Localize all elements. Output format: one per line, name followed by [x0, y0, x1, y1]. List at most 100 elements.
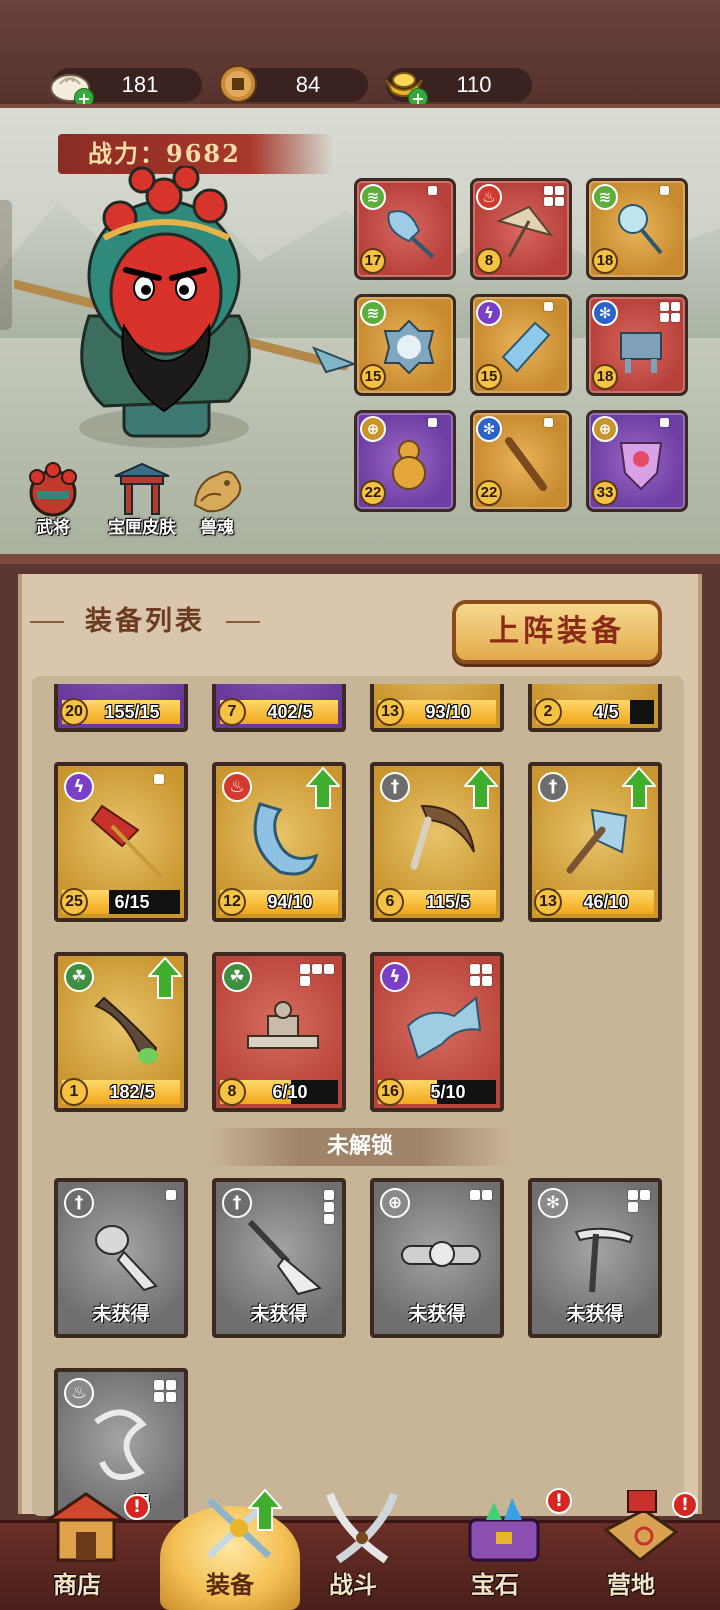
quality-dots-icon: [428, 418, 448, 427]
camp-notification-badge: !: [672, 1492, 698, 1518]
unobtained-card[interactable]: † 未获得: [212, 1178, 346, 1338]
glaive-icon: [247, 1219, 323, 1296]
beast-soul-label: 兽魂: [200, 518, 234, 538]
coin-resource[interactable]: 84: [219, 65, 368, 103]
quality-dots-icon: [154, 1380, 176, 1402]
card-level: 13: [534, 888, 562, 916]
nav-camp[interactable]: 营地: [566, 1490, 696, 1610]
equipped-slot[interactable]: ≋ 18: [586, 178, 688, 280]
shop-notification-badge: !: [124, 1494, 150, 1520]
amulet-icon: [619, 442, 663, 491]
progress-count: 94/10: [267, 892, 313, 912]
inventory-card[interactable]: 93/10 13: [370, 684, 504, 732]
inventory-card[interactable]: 402/5 7: [212, 684, 346, 732]
slot-level: 22: [360, 480, 386, 506]
general-label: 武将: [36, 518, 70, 538]
equipped-slot[interactable]: ϟ 15: [470, 294, 572, 396]
equipped-slot[interactable]: ✻ 18: [586, 294, 688, 396]
card-level: 13: [376, 698, 404, 726]
progress-count: 115/5: [425, 892, 471, 912]
club-icon: [94, 996, 158, 1064]
belt-icon: [401, 1241, 481, 1267]
equipped-slot[interactable]: ⊕ 22: [354, 410, 456, 512]
quality-dots-icon: [300, 964, 334, 986]
nav-equipment[interactable]: 装备: [165, 1497, 295, 1610]
deploy-equipment-button[interactable]: 上阵装备: [452, 600, 662, 664]
progress-count: 182/5: [109, 1082, 155, 1102]
nav-gems[interactable]: 宝石: [430, 1498, 560, 1610]
nav-battle[interactable]: 战斗: [288, 1492, 418, 1610]
inventory-card[interactable]: ϟ 6/15 25: [54, 762, 188, 922]
card-level: 8: [218, 1078, 246, 1106]
equipment-list-title: 装备列表: [30, 602, 260, 642]
slot-level: 15: [360, 364, 386, 390]
quality-dots-icon: [166, 1190, 176, 1200]
beast-soul-button[interactable]: 兽魂: [172, 460, 262, 540]
unobtained-card[interactable]: ⊕ 未获得: [370, 1178, 504, 1338]
pavilion-gate-icon: [111, 460, 173, 518]
gold-ingot-count: 110: [456, 72, 492, 97]
camp-map-icon: [603, 1490, 679, 1562]
card-level: 2: [534, 698, 562, 726]
inventory-card[interactable]: ϟ 5/10 16: [370, 952, 504, 1112]
progress-count: 5/10: [430, 1082, 466, 1102]
general-button[interactable]: 武将: [8, 460, 98, 540]
quality-dots-icon: [544, 302, 564, 311]
equipped-slot[interactable]: ✻ 22: [470, 410, 572, 512]
gourd-icon: [392, 440, 426, 490]
scroll-icon: [406, 996, 482, 1060]
hero-display: 战力：9682 武将 宝匣皮肤 兽魂 ≋ 17 ♨ 8 ≋ 18 ≋ 15 ϟ …: [0, 104, 720, 564]
unobtained-card[interactable]: ✻ 未获得: [528, 1178, 662, 1338]
inventory-card[interactable]: 4/5 2: [528, 684, 662, 732]
quality-dots-icon: [660, 418, 680, 427]
game-screen: { "resources": { "steamed_bun": "181", "…: [0, 0, 720, 1610]
locked-section-header: 未解锁: [210, 1128, 510, 1166]
slot-level: 18: [592, 364, 618, 390]
nav-shop-label: 商店: [53, 1570, 101, 1599]
inventory-card[interactable]: ☘ 6/10 8: [212, 952, 346, 1112]
inventory-card[interactable]: 155/15 20: [54, 684, 188, 732]
equipped-slot[interactable]: ⊕ 33: [586, 410, 688, 512]
unobtained-label: 未获得: [92, 1303, 150, 1325]
progress-count: 6/10: [272, 1082, 308, 1102]
quality-dots-icon: [628, 1190, 650, 1212]
card-level: 6: [376, 888, 404, 916]
slot-level: 17: [360, 248, 386, 274]
warrior-character-portrait[interactable]: [14, 166, 354, 466]
inventory-card[interactable]: ☘ 182/5 1: [54, 952, 188, 1112]
inventory-card[interactable]: ♨ 94/10 12: [212, 762, 346, 922]
unobtained-card[interactable]: † 未获得: [54, 1178, 188, 1338]
crescent-icon: [253, 802, 319, 876]
equipped-slot[interactable]: ≋ 17: [354, 178, 456, 280]
inventory-card[interactable]: † 115/5 6: [370, 762, 504, 922]
shop-building-icon: [46, 1492, 126, 1562]
equipped-slot[interactable]: ♨ 8: [470, 178, 572, 280]
nav-gems-label: 宝石: [471, 1570, 519, 1599]
progress-count: 4/5: [593, 702, 619, 722]
nav-camp-label: 营地: [607, 1570, 655, 1599]
resource-bar: + 181 84 + 110: [0, 0, 720, 110]
pickaxe-icon: [574, 1227, 634, 1293]
side-tab-handle[interactable]: [0, 200, 12, 330]
card-level: 16: [376, 1078, 404, 1106]
unobtained-label: 未获得: [408, 1303, 466, 1325]
axe-icon: [566, 808, 628, 874]
gem-chest-icon: [468, 1498, 540, 1562]
coin-count: 84: [295, 72, 321, 97]
gold-ingot-resource[interactable]: + 110: [385, 68, 532, 108]
nav-equipment-label: 装备: [206, 1570, 254, 1599]
progress-count: 155/15: [104, 702, 160, 722]
mirror-icon: [383, 319, 435, 375]
steamed-bun-resource[interactable]: + 181: [50, 68, 202, 108]
equipped-slot[interactable]: ≋ 15: [354, 294, 456, 396]
card-level: 7: [218, 698, 246, 726]
nav-shop[interactable]: 商店: [12, 1492, 142, 1610]
card-level: 20: [60, 698, 88, 726]
nav-battle-label: 战斗: [329, 1570, 377, 1599]
slot-level: 22: [476, 480, 502, 506]
quality-dots-icon: [544, 418, 564, 427]
inventory-card[interactable]: † 46/10 13: [528, 762, 662, 922]
general-helmet-icon: [22, 460, 84, 518]
progress-count: 46/10: [583, 892, 629, 912]
slot-level: 8: [476, 248, 502, 274]
